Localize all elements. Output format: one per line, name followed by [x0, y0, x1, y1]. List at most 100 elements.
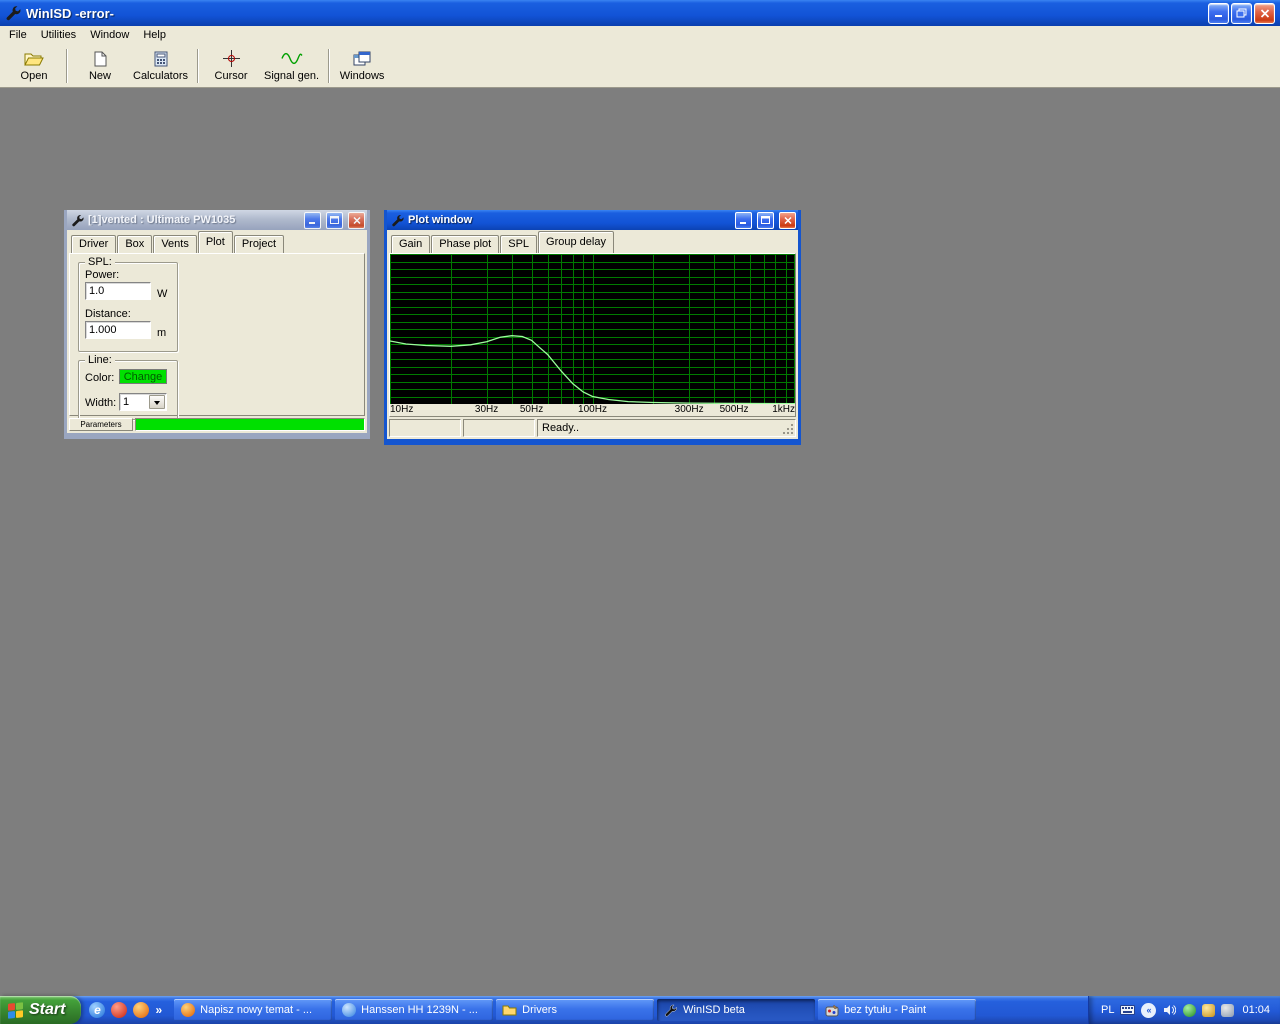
tab-box[interactable]: Box: [117, 235, 152, 253]
chevron-down-icon: [154, 401, 160, 408]
parameters-panel[interactable]: Parameters: [69, 418, 133, 431]
menu-utilities[interactable]: Utilities: [34, 27, 83, 43]
tab-plot[interactable]: Plot: [198, 231, 233, 253]
tab-gain[interactable]: Gain: [391, 235, 430, 253]
width-dropdown-arrow[interactable]: [149, 395, 165, 409]
volume-icon[interactable]: [1162, 1003, 1177, 1018]
open-label: Open: [21, 70, 48, 82]
winisd-app-icon: [663, 1003, 678, 1018]
open-button[interactable]: Open: [6, 46, 62, 86]
distance-input[interactable]: [85, 321, 151, 339]
x-axis-tick: 30Hz: [475, 404, 498, 415]
status-cell-ready: Ready..: [537, 419, 796, 437]
plot-close-button[interactable]: [779, 212, 796, 229]
tab-phase-plot[interactable]: Phase plot: [431, 235, 499, 253]
close-button[interactable]: [1254, 3, 1275, 24]
plot-area[interactable]: [390, 254, 795, 404]
cursor-button[interactable]: Cursor: [203, 46, 259, 86]
language-indicator[interactable]: PL: [1101, 1004, 1114, 1016]
spl-group-label: SPL:: [85, 256, 115, 268]
taskbar: Start e » Napisz nowy temat - ... Hansse…: [0, 996, 1280, 1024]
x-axis-tick: 300Hz: [675, 404, 704, 415]
tab-group-delay[interactable]: Group delay: [538, 231, 614, 253]
quick-launch-app-icon[interactable]: [111, 1002, 127, 1018]
windows-button[interactable]: Windows: [334, 46, 390, 86]
system-tray: PL « 01:04: [1088, 996, 1280, 1024]
desktop: WinISD -error- File Utilities Window Hel…: [0, 0, 1280, 1024]
menu-file[interactable]: File: [2, 27, 34, 43]
tab-spl[interactable]: SPL: [500, 235, 537, 253]
task-button-forum[interactable]: Napisz nowy temat - ...: [174, 999, 332, 1021]
plot-window-titlebar[interactable]: Plot window: [387, 210, 798, 230]
winisd-document-icon: [71, 214, 84, 227]
status-cell-1: [389, 419, 461, 437]
task-buttons: Napisz nowy temat - ... Hanssen HH 1239N…: [174, 999, 976, 1021]
project-maximize-button[interactable]: [326, 212, 343, 229]
new-button[interactable]: New: [72, 46, 128, 86]
width-dropdown[interactable]: 1: [119, 393, 167, 411]
tray-app-icon[interactable]: [1221, 1004, 1234, 1017]
tab-driver[interactable]: Driver: [71, 235, 116, 253]
plot-minimize-button[interactable]: [735, 212, 752, 229]
task-button-winisd[interactable]: WinISD beta: [657, 999, 815, 1021]
menu-window[interactable]: Window: [83, 27, 136, 43]
line-color-change-button[interactable]: Change: [119, 369, 167, 384]
signal-gen-button[interactable]: Signal gen.: [259, 46, 324, 86]
task-button-paint[interactable]: bez tytułu - Paint: [818, 999, 976, 1021]
calculators-label: Calculators: [133, 70, 188, 82]
quick-launch-overflow-chevron[interactable]: »: [155, 1003, 162, 1017]
project-window-tabs: Driver Box Vents Plot Project: [71, 231, 285, 253]
toolbar-separator: [328, 49, 330, 83]
main-titlebar[interactable]: WinISD -error-: [0, 0, 1280, 26]
plot-window-icon: [391, 214, 404, 227]
cursor-crosshair-icon: [223, 50, 240, 68]
project-close-button[interactable]: [348, 212, 365, 229]
hide-tray-icons-chevron[interactable]: «: [1141, 1003, 1156, 1018]
keyboard-icon[interactable]: [1120, 1003, 1135, 1018]
power-label: Power:: [85, 269, 119, 281]
windows-label: Windows: [340, 70, 385, 82]
tab-project[interactable]: Project: [234, 235, 284, 253]
calculator-icon: [154, 50, 168, 68]
progress-bar: [135, 418, 365, 431]
power-input[interactable]: [85, 282, 151, 300]
open-folder-icon: [24, 50, 44, 68]
windows-flag-icon: [8, 1002, 23, 1019]
power-unit: W: [157, 288, 167, 300]
firefox-icon: [180, 1003, 195, 1018]
task-button-drivers[interactable]: Drivers: [496, 999, 654, 1021]
distance-label: Distance:: [85, 308, 131, 320]
project-window-titlebar[interactable]: [1]vented : Ultimate PW1035: [67, 210, 367, 230]
plot-maximize-button[interactable]: [757, 212, 774, 229]
minimize-button[interactable]: [1208, 3, 1229, 24]
project-window[interactable]: [1]vented : Ultimate PW1035 Driver Box V…: [64, 210, 370, 439]
firefox-icon[interactable]: [133, 1002, 149, 1018]
distance-unit: m: [157, 327, 166, 339]
menubar: File Utilities Window Help: [0, 26, 1280, 44]
signal-gen-label: Signal gen.: [264, 70, 319, 82]
spl-groupbox: SPL: Power: W Distance: m: [78, 262, 178, 352]
x-axis-tick: 1kHz: [772, 404, 795, 415]
windows-cascade-icon: [353, 50, 371, 68]
task-button-hanssen[interactable]: Hanssen HH 1239N - ...: [335, 999, 493, 1021]
width-label: Width:: [85, 397, 116, 409]
internet-explorer-icon[interactable]: e: [89, 1002, 105, 1018]
taskbar-clock[interactable]: 01:04: [1240, 1004, 1270, 1016]
tray-antivirus-icon[interactable]: [1183, 1004, 1196, 1017]
plot-window[interactable]: Plot window Gain Phase plot SPL Group de…: [384, 210, 801, 445]
tab-vents[interactable]: Vents: [153, 235, 197, 253]
project-minimize-button[interactable]: [304, 212, 321, 229]
tray-update-icon[interactable]: [1202, 1004, 1215, 1017]
start-button[interactable]: Start: [0, 996, 81, 1024]
restore-button[interactable]: [1231, 3, 1252, 24]
menu-help[interactable]: Help: [136, 27, 173, 43]
color-label: Color:: [85, 372, 114, 384]
plot-window-title: Plot window: [408, 214, 730, 226]
main-window-title: WinISD -error-: [26, 6, 1208, 21]
resize-grip[interactable]: [781, 422, 795, 436]
quick-launch: e »: [81, 996, 170, 1024]
calculators-button[interactable]: Calculators: [128, 46, 193, 86]
width-value: 1: [120, 396, 148, 408]
mdi-area: [1]vented : Ultimate PW1035 Driver Box V…: [0, 88, 1280, 996]
new-document-icon: [94, 50, 107, 68]
